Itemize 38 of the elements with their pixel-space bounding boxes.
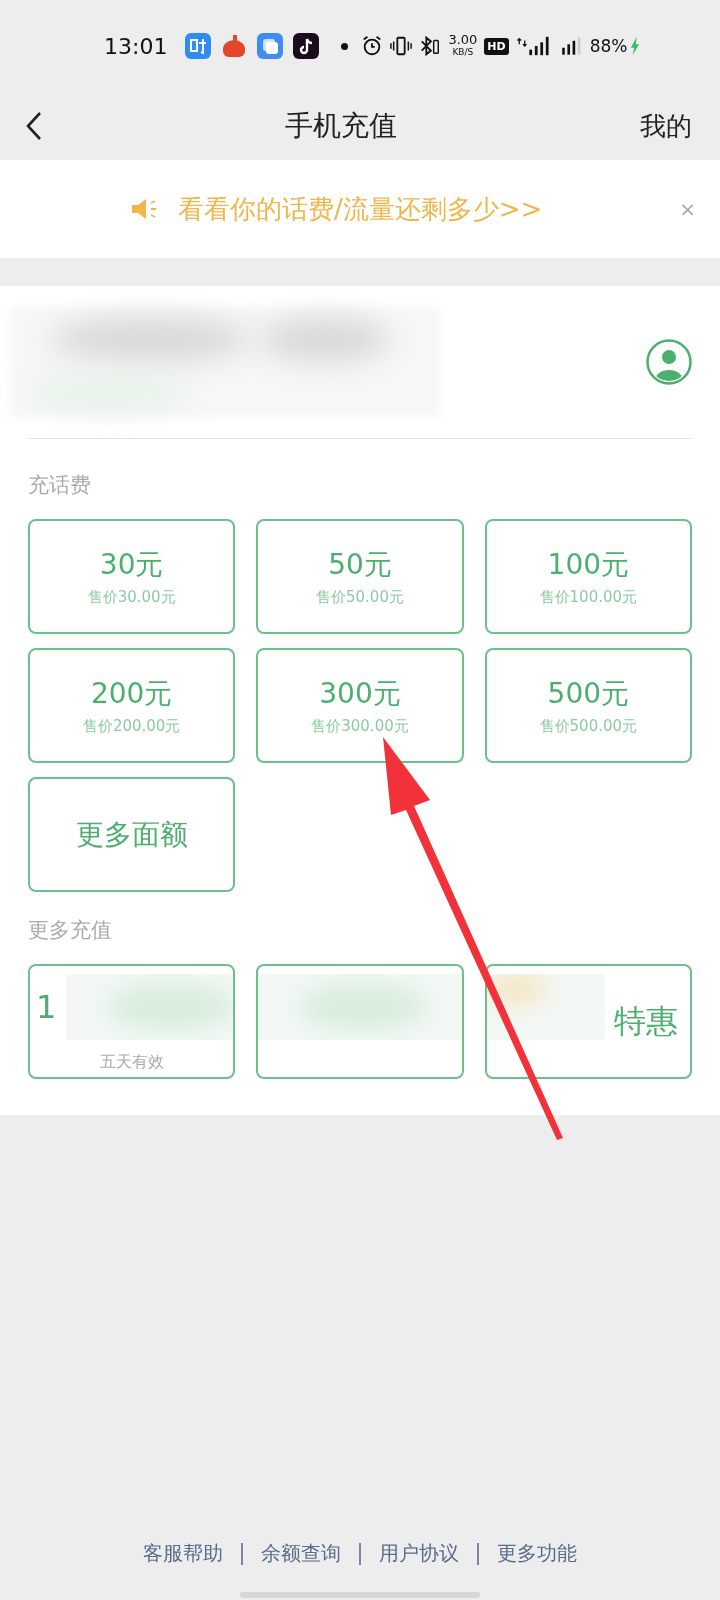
status-time: 13:01 (104, 33, 168, 59)
section-title: 更多充值 (28, 917, 113, 944)
charging-icon (629, 36, 640, 56)
dot-icon (341, 42, 349, 50)
card-title: 1 (36, 988, 57, 1026)
amount-option[interactable]: 50元 售价50.00元 (256, 519, 464, 634)
contact-icon[interactable] (646, 339, 692, 385)
more-amounts-button[interactable]: 更多面额 (28, 777, 236, 892)
card-subtitle: 五天有效 (99, 1052, 164, 1073)
footer-link[interactable]: 用户协议 (379, 1540, 459, 1567)
promo-card[interactable]: 特惠 (484, 964, 692, 1079)
my-link[interactable]: 我的 (640, 108, 692, 144)
hd-badge: HD (484, 37, 509, 55)
app-icon (185, 33, 212, 59)
promo-card[interactable]: 1 五天有效 (28, 964, 236, 1079)
notice-link[interactable]: 看看你的话费/流量还剩多少>> (178, 191, 662, 227)
amount-option[interactable]: 30元 售价30.00元 (28, 519, 236, 634)
amount-option[interactable]: 200元 售价200.00元 (28, 648, 236, 763)
section-title: 充话费 (28, 472, 92, 499)
amount-option[interactable]: 500元 售价500.00元 (484, 648, 692, 763)
amount-option[interactable]: 100元 售价100.00元 (484, 519, 692, 634)
signal-icon (515, 35, 550, 57)
amount-option[interactable]: 300元 售价300.00元 (256, 648, 464, 763)
app-icon (221, 33, 248, 59)
page-title: 手机充值 (285, 108, 397, 144)
close-button[interactable]: × (679, 197, 696, 221)
network-speed: 3.00 KB/S (448, 34, 478, 58)
promo-card[interactable] (256, 964, 464, 1079)
footer-link[interactable]: 客服帮助 (143, 1540, 223, 1567)
vibrate-icon (390, 35, 413, 57)
card-title: 特惠 (614, 1000, 678, 1042)
app-icon (293, 33, 320, 59)
bluetooth-icon (419, 35, 442, 57)
battery-level: 88% (589, 36, 628, 56)
footer-link[interactable]: 更多功能 (497, 1540, 577, 1567)
app-icon (257, 33, 284, 59)
footer-link[interactable]: 余额查询 (261, 1540, 341, 1567)
back-icon[interactable] (26, 111, 42, 141)
